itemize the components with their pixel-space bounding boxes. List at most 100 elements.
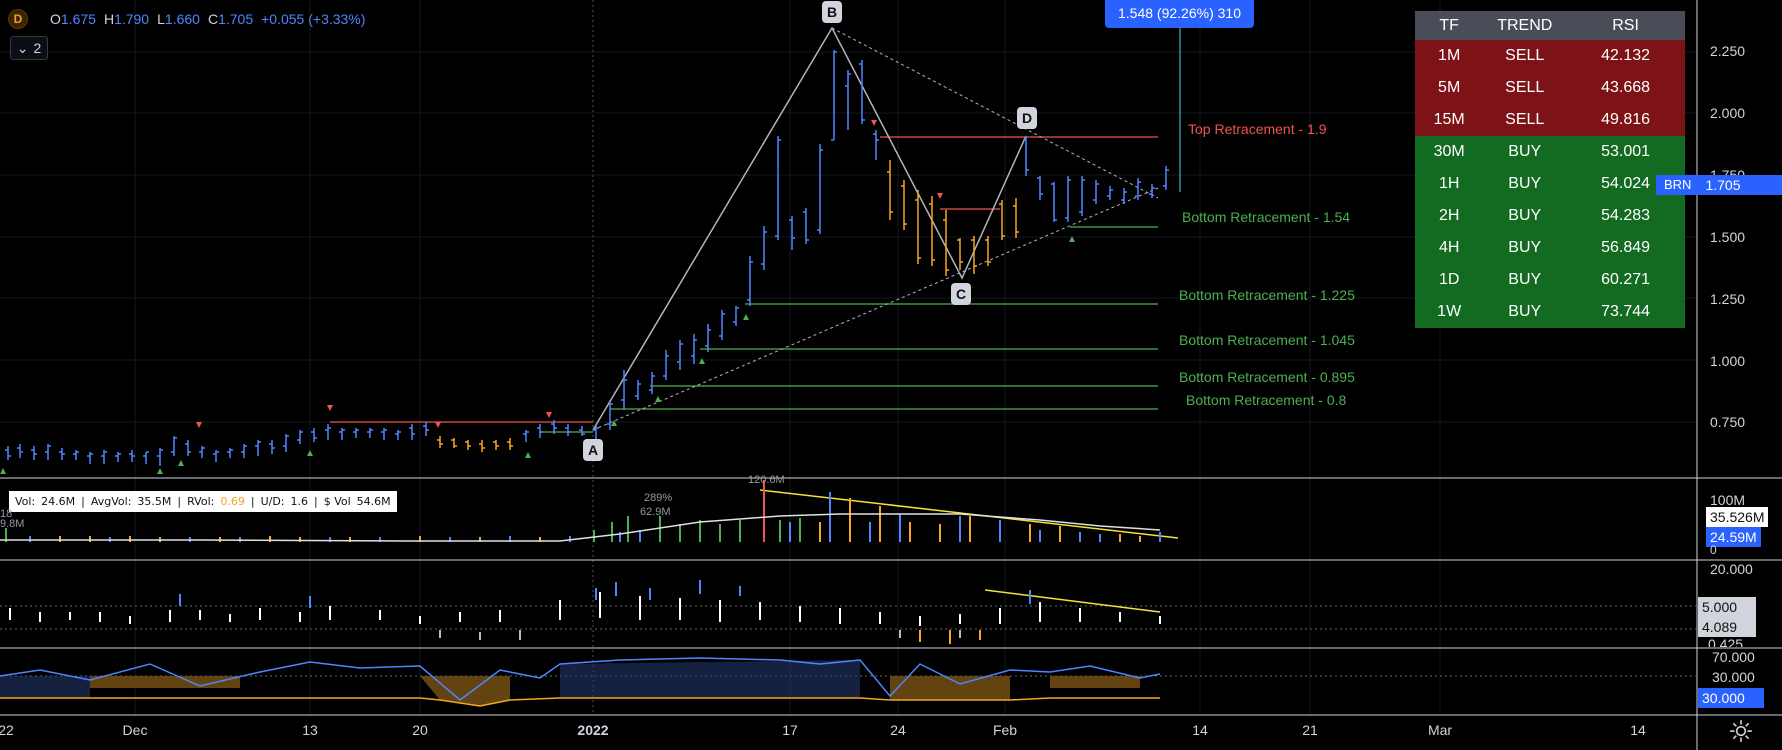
pane3 xyxy=(0,580,1697,644)
row-tf: 2H xyxy=(1415,200,1484,232)
row-tf: 5M xyxy=(1415,72,1484,104)
rsi-trend-table: TF TREND RSI 1M SELL 42.132 5M SELL 43.668 1… xyxy=(1415,11,1685,328)
time-tick: Feb xyxy=(992,722,1018,738)
svol-value: 54.6M xyxy=(356,495,391,508)
last-price-symbol: BRN xyxy=(1656,175,1700,195)
volume-axis-zero: 0 xyxy=(1710,543,1717,557)
indicator-count: 2 xyxy=(33,40,42,56)
measure-label[interactable]: 1.548 (92.26%) 310 xyxy=(1105,0,1254,28)
pattern-point-d[interactable]: D xyxy=(1017,107,1037,129)
time-tick: 17 xyxy=(782,722,798,738)
row-rsi: 73.744 xyxy=(1566,296,1685,328)
header-tf: TF xyxy=(1415,11,1484,40)
pane3-axis-low: 0.425 xyxy=(1708,637,1744,647)
pane4-axis-value: 30.000 xyxy=(1698,688,1764,708)
close-value: 1.705 xyxy=(218,11,254,27)
last-price-value: 1.705 xyxy=(1699,175,1782,195)
price-bars xyxy=(5,50,1169,466)
table-row: 1H BUY 54.024 xyxy=(1415,168,1685,200)
row-rsi: 54.283 xyxy=(1566,200,1685,232)
low-value: 1.660 xyxy=(164,11,200,27)
price-tick: 1.000 xyxy=(1710,353,1746,369)
row-rsi: 60.271 xyxy=(1566,264,1685,296)
time-tick: 20 xyxy=(412,722,428,738)
volume-peak: 120.6M xyxy=(748,474,785,486)
fib-bottom-2-label: Bottom Retracement - 1.225 xyxy=(1179,287,1355,303)
row-trend: SELL xyxy=(1483,104,1567,136)
indicators-collapse-button[interactable]: ⌄ 2 xyxy=(10,36,48,60)
volume-axis-top: 100M xyxy=(1710,492,1746,508)
time-tick: 13 xyxy=(302,722,318,738)
vol-value: 24.6M xyxy=(41,495,76,508)
fib-top-label: Top Retracement - 1.9 xyxy=(1188,121,1327,137)
price-tick: 1.500 xyxy=(1710,229,1746,245)
time-tick: 14 xyxy=(1630,722,1646,738)
row-tf: 1D xyxy=(1415,264,1484,296)
svol-label: $ Vol xyxy=(323,495,351,508)
row-trend: SELL xyxy=(1483,40,1567,72)
price-tick: 2.000 xyxy=(1710,105,1746,121)
row-tf: 1H xyxy=(1415,168,1484,200)
table-row: 4H BUY 56.849 xyxy=(1415,232,1685,264)
row-trend: SELL xyxy=(1483,72,1567,104)
price-tick: 2.250 xyxy=(1710,43,1746,59)
pattern-lines xyxy=(592,0,1181,431)
volume-amount: 62.9M xyxy=(640,506,671,518)
fib-bottom-4-label: Bottom Retracement - 0.895 xyxy=(1179,369,1355,385)
ohlc-legend: D O 1.675 H 1.790 L 1.660 C 1.705 +0.055 (+3… xyxy=(8,9,365,29)
row-tf: 30M xyxy=(1415,136,1484,168)
last-price-tag: BRN 1.705 xyxy=(1656,175,1782,195)
table-row: 15M SELL 49.816 xyxy=(1415,104,1685,136)
table-row: 5M SELL 43.668 xyxy=(1415,72,1685,104)
row-rsi: 49.816 xyxy=(1566,104,1685,136)
time-tick: Mar xyxy=(1427,722,1453,738)
time-tick: 22 xyxy=(0,722,14,738)
volume-pct: 289% xyxy=(644,492,673,504)
signal-markers xyxy=(0,120,1075,474)
open-value: 1.675 xyxy=(60,11,96,27)
high-value: 1.790 xyxy=(114,11,150,27)
symbol-badge[interactable]: D xyxy=(8,9,28,29)
row-trend: BUY xyxy=(1483,232,1567,264)
ud-label: U/D: xyxy=(260,495,285,508)
row-rsi: 56.849 xyxy=(1566,232,1685,264)
table-row: 1M SELL 42.132 xyxy=(1415,40,1685,72)
row-trend: BUY xyxy=(1483,168,1567,200)
row-rsi: 42.132 xyxy=(1566,40,1685,72)
pane4 xyxy=(0,657,1697,707)
row-trend: BUY xyxy=(1483,264,1567,296)
row-tf: 1M xyxy=(1415,40,1484,72)
avgvol-value: 35.5M xyxy=(137,495,172,508)
header-trend: TREND xyxy=(1483,11,1567,40)
close-key: C xyxy=(207,11,219,27)
pane3-axis-value: 4.089 xyxy=(1698,617,1756,637)
row-trend: BUY xyxy=(1483,296,1567,328)
table-row: 1D BUY 60.271 xyxy=(1415,264,1685,296)
time-tick: 2022 xyxy=(577,722,609,738)
pattern-point-b[interactable]: B xyxy=(822,1,842,23)
gear-icon[interactable] xyxy=(1728,718,1754,744)
low-key: L xyxy=(157,11,165,27)
chevron-down-icon: ⌄ xyxy=(16,39,29,56)
pattern-point-c[interactable]: C xyxy=(951,283,971,305)
fib-lines xyxy=(330,136,1158,433)
change-value: +0.055 (+3.33%) xyxy=(261,11,366,27)
open-key: O xyxy=(50,11,61,27)
table-row: 30M BUY 53.001 xyxy=(1415,136,1685,168)
pane3-axis-top: 20.000 xyxy=(1710,561,1753,577)
time-tick: 24 xyxy=(890,722,906,738)
table-row: 1W BUY 73.744 xyxy=(1415,296,1685,328)
volume-legend: Vol: 24.6M | AvgVol: 35.5M | RVol: 0.69 | U/D:… xyxy=(9,491,397,512)
time-tick: 21 xyxy=(1302,722,1318,738)
header-rsi: RSI xyxy=(1566,11,1685,40)
volume-note-b: 9.8M xyxy=(0,518,25,530)
pane4-axis-mid: 30.000 xyxy=(1712,669,1755,685)
time-tick: Dec xyxy=(122,722,148,738)
fib-bottom-3-label: Bottom Retracement - 1.045 xyxy=(1179,332,1355,348)
rvol-value: 0.69 xyxy=(220,495,245,508)
rvol-label: RVol: xyxy=(187,495,215,508)
volume-axis-avg: 35.526M xyxy=(1706,507,1769,527)
time-tick: 14 xyxy=(1192,722,1208,738)
pattern-point-a[interactable]: A xyxy=(583,439,603,461)
row-trend: BUY xyxy=(1483,200,1567,232)
